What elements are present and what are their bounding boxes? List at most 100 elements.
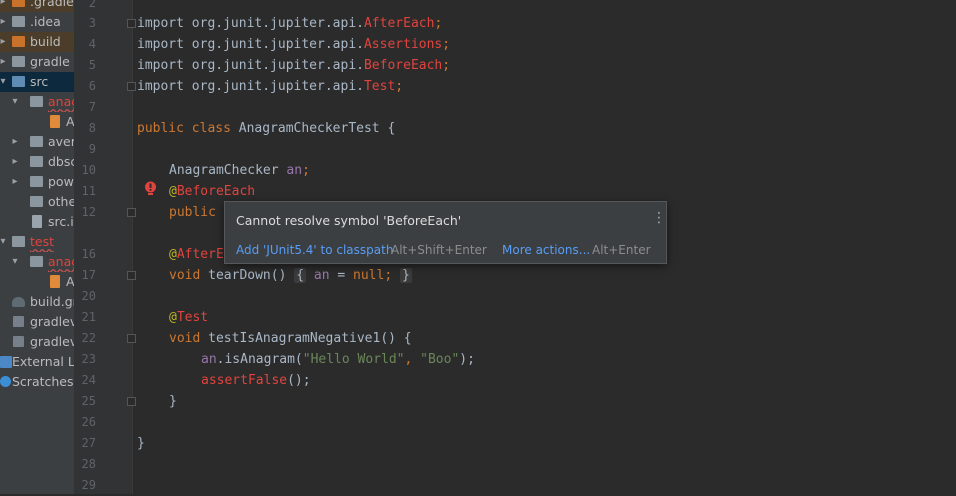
code-line: import org.junit.jupiter.api.Assertions; (137, 37, 451, 52)
java-file-icon (50, 275, 60, 288)
error-bulb-icon[interactable] (144, 181, 157, 196)
line-number: 23 (81, 352, 96, 366)
line-number: 17 (81, 268, 96, 282)
fold-marker-icon[interactable] (127, 334, 136, 343)
folder-icon (12, 0, 25, 7)
line-number: 10 (81, 163, 96, 177)
chevron-right-icon[interactable]: ▸ (0, 0, 8, 12)
chevron-right-icon[interactable]: ▸ (10, 132, 20, 152)
tree-item-build[interactable]: ▸ build (0, 32, 74, 52)
chevron-down-icon[interactable]: ▾ (10, 252, 20, 272)
code-line: } (137, 436, 145, 451)
folder-icon (30, 196, 43, 207)
line-number: 2 (88, 0, 96, 10)
tree-item-src[interactable]: ▾ src (0, 72, 74, 92)
folder-icon (12, 76, 25, 87)
folder-icon (30, 96, 43, 107)
folder-icon (12, 56, 25, 67)
chevron-right-icon[interactable]: ▸ (10, 172, 20, 192)
code-line: import org.junit.jupiter.api.Test; (137, 79, 404, 94)
code-line: AnagramChecker an; (169, 163, 310, 178)
chevron-down-icon[interactable]: ▾ (0, 72, 8, 92)
line-number: 22 (81, 331, 96, 345)
folder-icon (30, 156, 43, 167)
file-icon (32, 215, 42, 228)
add-junit-classpath-link[interactable]: Add 'JUnit5.4' to classpath (236, 243, 393, 257)
tree-item-external-libraries[interactable]: External Li (0, 352, 74, 372)
chevron-right-icon[interactable]: ▸ (0, 52, 8, 72)
chevron-right-icon[interactable]: ▸ (0, 32, 8, 52)
fold-marker-icon[interactable] (127, 82, 136, 91)
tree-item-anagram-src[interactable]: ▾ anag (0, 92, 74, 112)
tree-item-pow[interactable]: ▸ pow (0, 172, 74, 192)
error-popup: Cannot resolve symbol 'BeforeEach' ⋮ Add… (224, 201, 667, 264)
project-tree: ▸ .gradle ▸ .idea ▸ build ▸ gradle ▾ src… (0, 0, 74, 494)
line-number: 27 (81, 436, 96, 450)
line-number: 26 (81, 415, 96, 429)
tree-item-anagram-checker-test[interactable]: A (0, 272, 74, 292)
tree-item-idea[interactable]: ▸ .idea (0, 12, 74, 32)
tree-item-build-gradle[interactable]: build.gr (0, 292, 74, 312)
tree-item-gradle[interactable]: ▸ gradle (0, 52, 74, 72)
chevron-right-icon[interactable]: ▸ (10, 152, 20, 172)
more-actions-shortcut: Alt+Enter (592, 243, 651, 257)
line-number: 16 (81, 247, 96, 261)
code-line: void tearDown() { an = null; } (169, 268, 412, 283)
chevron-down-icon[interactable]: ▾ (0, 232, 8, 252)
tree-item-othe[interactable]: othe (0, 192, 74, 212)
terminal-file-icon (13, 316, 24, 327)
tree-item-test[interactable]: ▾ test (0, 232, 74, 252)
more-actions-link[interactable]: More actions... (502, 243, 590, 257)
line-number: 28 (81, 457, 96, 471)
line-number: 8 (88, 121, 96, 135)
line-number: 7 (88, 100, 96, 114)
tree-item-scratches[interactable]: Scratches a (0, 372, 74, 392)
folder-icon (30, 176, 43, 187)
chevron-down-icon[interactable]: ▾ (10, 92, 20, 112)
folder-icon (12, 236, 25, 247)
fold-marker-icon[interactable] (127, 397, 136, 406)
code-line: public class AnagramCheckerTest { (137, 121, 396, 136)
error-message: Cannot resolve symbol 'BeforeEach' (236, 213, 462, 228)
line-number: 21 (81, 310, 96, 324)
code-line: void testIsAnagramNegative1() { (169, 331, 412, 346)
fold-marker-icon[interactable] (127, 271, 136, 280)
tree-item-aver[interactable]: ▸ aver (0, 132, 74, 152)
fold-marker-icon[interactable] (127, 19, 136, 28)
line-number: 12 (81, 205, 96, 219)
tree-item-gradlew[interactable]: gradlev (0, 312, 74, 332)
tree-item-src-ir[interactable]: src.ir (0, 212, 74, 232)
code-line: assertFalse(); (201, 373, 311, 388)
tree-item-gradle-dir[interactable]: ▸ .gradle (0, 0, 74, 12)
line-number: 24 (81, 373, 96, 387)
line-number: 3 (88, 16, 96, 30)
tree-item-anagram-test[interactable]: ▾ anag (0, 252, 74, 272)
folder-icon (12, 36, 25, 47)
code-line: an.isAnagram("Hello World", "Boo"); (201, 352, 475, 367)
folder-icon (30, 136, 43, 147)
folder-icon (12, 16, 25, 27)
tree-item-anagram-checker[interactable]: A (0, 112, 74, 132)
java-file-icon (50, 115, 60, 128)
line-number: 5 (88, 58, 96, 72)
gradle-icon (12, 297, 25, 307)
line-number: 29 (81, 478, 96, 492)
code-line: @AfterE (169, 247, 224, 262)
scratches-icon (0, 376, 11, 387)
line-number: 25 (81, 394, 96, 408)
more-options-icon[interactable]: ⋮ (652, 211, 666, 225)
code-line: import org.junit.jupiter.api.BeforeEach; (137, 58, 451, 73)
code-line: import org.junit.jupiter.api.AfterEach; (137, 16, 443, 31)
file-icon (13, 336, 24, 347)
code-line: public (169, 205, 216, 220)
code-line: } (169, 394, 177, 409)
library-icon (0, 356, 12, 368)
code-line: @BeforeEach (169, 184, 256, 199)
tree-item-dbsc[interactable]: ▸ dbsc (0, 152, 74, 172)
tree-item-gradlew-bat[interactable]: gradlev (0, 332, 74, 352)
folder-icon (30, 256, 43, 267)
chevron-right-icon[interactable]: ▸ (0, 12, 8, 32)
fold-marker-icon[interactable] (127, 208, 136, 217)
editor-gutter: 2 3 4 5 6 7 8 9 10 11 12 16 17 20 21 22 … (74, 0, 133, 494)
line-number: 4 (88, 37, 96, 51)
